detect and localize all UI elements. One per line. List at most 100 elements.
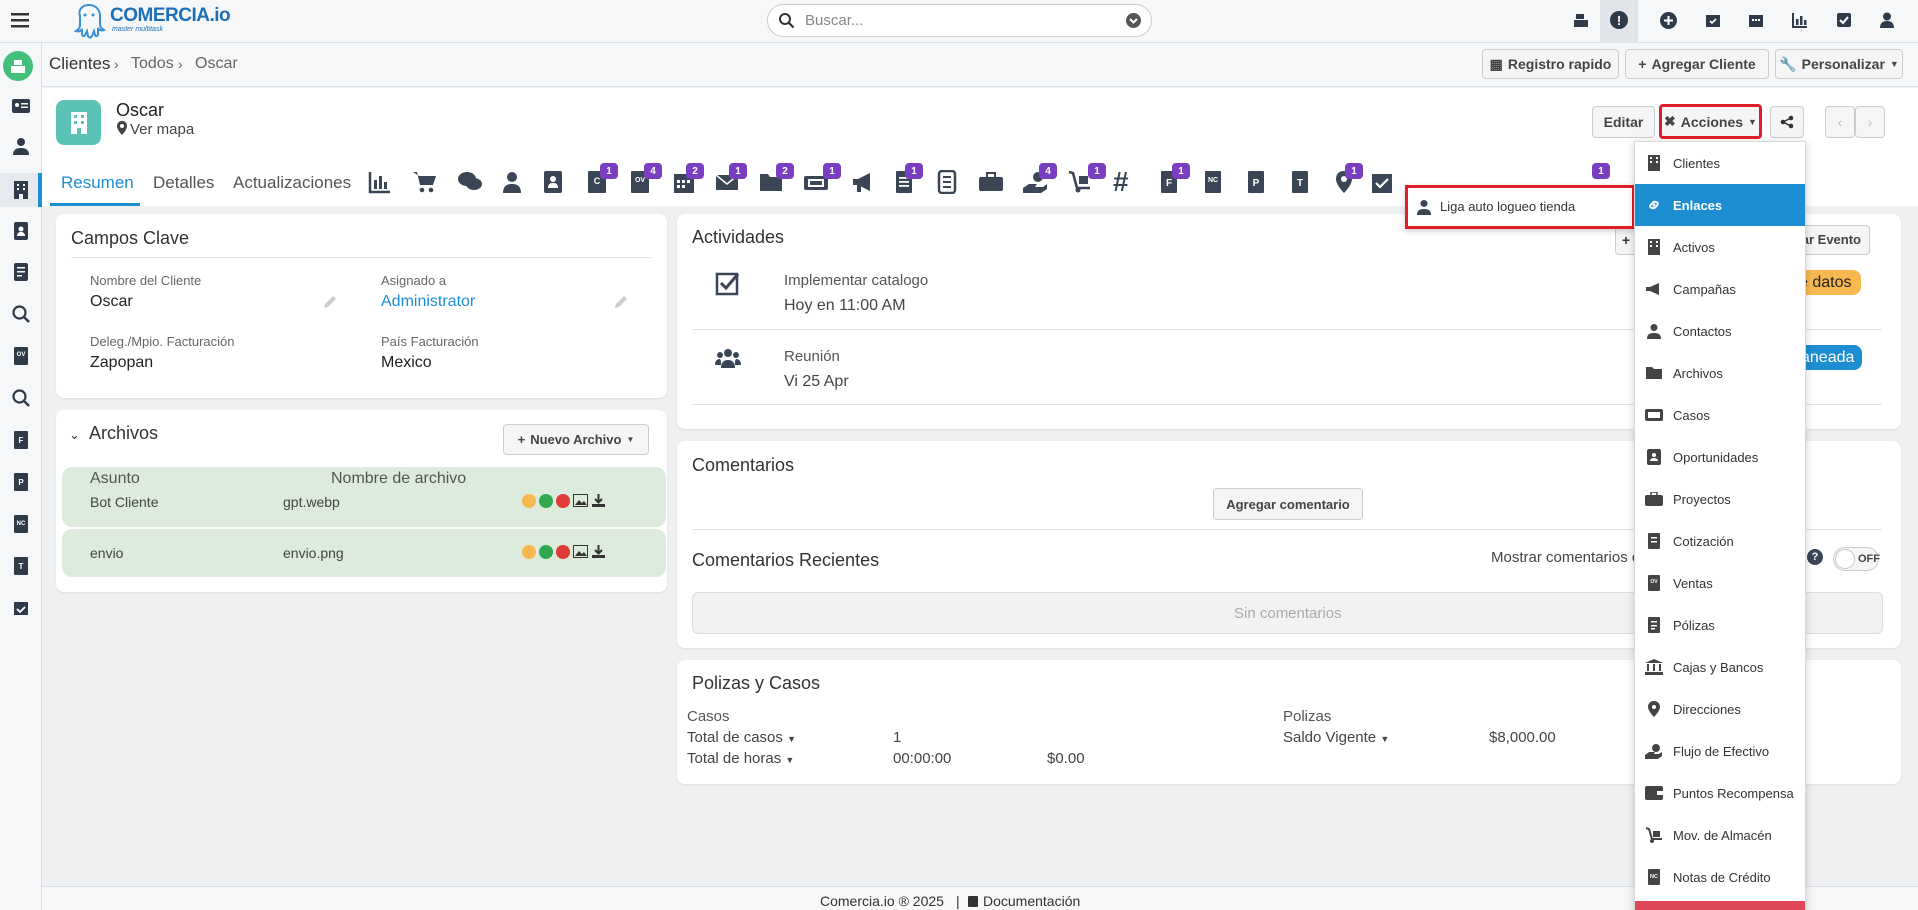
menu-item-mov-almacen[interactable]: Mov. de Almacén bbox=[1635, 814, 1805, 856]
file-name[interactable]: gpt.webp bbox=[283, 494, 340, 510]
menu-item-clientes[interactable]: Clientes bbox=[1635, 142, 1805, 184]
ov-doc-icon[interactable]: OV bbox=[11, 346, 31, 366]
menu-item-direcciones[interactable]: Direcciones bbox=[1635, 688, 1805, 730]
question-icon[interactable] bbox=[522, 545, 536, 559]
liga-auto-logueo-item[interactable]: Liga auto logueo tienda bbox=[1440, 199, 1575, 214]
tab-megaphone-icon[interactable] bbox=[851, 170, 877, 196]
checkbox-icon[interactable] bbox=[1835, 11, 1853, 29]
edit-pencil-icon[interactable] bbox=[613, 294, 629, 310]
tab-contact-icon[interactable] bbox=[500, 170, 526, 196]
next-record-button[interactable]: › bbox=[1855, 106, 1885, 138]
nuevo-archivo-button[interactable]: + Nuevo Archivo ▼ bbox=[503, 424, 649, 455]
menu-item-polizas[interactable]: Pólizas bbox=[1635, 604, 1805, 646]
check-icon[interactable] bbox=[539, 494, 553, 508]
tab-hashtag-icon[interactable]: # bbox=[1113, 168, 1139, 196]
footer-doc-link[interactable]: Documentación bbox=[983, 893, 1080, 909]
menu-item-enlaces[interactable]: Enlaces bbox=[1635, 184, 1805, 226]
building-icon[interactable] bbox=[11, 180, 31, 200]
add-circle-icon[interactable] bbox=[1660, 12, 1677, 29]
tab-receipt-icon[interactable] bbox=[936, 170, 962, 196]
tab-address-book-icon[interactable] bbox=[542, 170, 568, 196]
tab-briefcase-icon[interactable] bbox=[978, 170, 1004, 196]
edit-pencil-icon[interactable] bbox=[322, 294, 338, 310]
tab-cart-icon[interactable] bbox=[412, 170, 438, 196]
calendar-check-rail-icon[interactable] bbox=[11, 598, 31, 618]
asignado-value[interactable]: Administrator bbox=[381, 293, 475, 311]
calendar-icon[interactable] bbox=[1747, 11, 1765, 29]
id-card-icon[interactable] bbox=[11, 96, 31, 116]
menu-item-flujo-efectivo[interactable]: Flujo de Efectivo bbox=[1635, 730, 1805, 772]
menu-item-cajas-bancos[interactable]: Cajas y Bancos bbox=[1635, 646, 1805, 688]
menu-item-contactos[interactable]: Contactos bbox=[1635, 310, 1805, 352]
footer-copyright: Comercia.io ® 2025 bbox=[820, 893, 944, 909]
activity-name[interactable]: Reunión bbox=[784, 348, 840, 365]
cash-register-icon[interactable] bbox=[1572, 11, 1590, 29]
personalizar-button[interactable]: 🔧 Personalizar ▼ bbox=[1775, 49, 1903, 79]
search-dollar-icon[interactable] bbox=[11, 304, 31, 324]
invoice-icon[interactable]: F bbox=[11, 430, 31, 450]
share-button[interactable] bbox=[1770, 106, 1804, 138]
breadcrumb-todos[interactable]: Todos bbox=[131, 55, 174, 73]
calendar-check-icon[interactable] bbox=[1704, 11, 1722, 29]
tab-p-doc-icon[interactable]: P bbox=[1245, 170, 1271, 196]
menu-item-notas-credito[interactable]: NC Notas de Crédito bbox=[1635, 856, 1805, 898]
tab-actualizaciones[interactable]: Actualizaciones bbox=[233, 173, 351, 193]
delete-icon[interactable] bbox=[556, 545, 570, 559]
menu-item-cut-off[interactable] bbox=[1635, 901, 1805, 910]
search-dropdown-icon[interactable] bbox=[1126, 13, 1141, 28]
breadcrumb-clientes[interactable]: Clientes bbox=[49, 54, 110, 74]
delete-icon[interactable] bbox=[556, 494, 570, 508]
tab-calendar-check-icon[interactable] bbox=[1370, 170, 1396, 196]
tab-resumen[interactable]: Resumen bbox=[61, 173, 134, 193]
total-horas-label[interactable]: Total de horas ▼ bbox=[687, 750, 794, 767]
menu-item-archivos[interactable]: Archivos bbox=[1635, 352, 1805, 394]
file-name[interactable]: envio.png bbox=[283, 545, 344, 561]
quote-doc-icon[interactable] bbox=[11, 262, 31, 282]
pais-value: Mexico bbox=[381, 354, 432, 371]
menu-item-activos[interactable]: Activos bbox=[1635, 226, 1805, 268]
user-icon[interactable] bbox=[1878, 11, 1896, 29]
check-icon[interactable] bbox=[539, 545, 553, 559]
agregar-cliente-button[interactable]: + Agregar Cliente bbox=[1625, 49, 1769, 79]
download-icon[interactable] bbox=[591, 494, 606, 508]
ver-mapa-link[interactable]: Ver mapa bbox=[130, 121, 194, 138]
tab-detalles[interactable]: Detalles bbox=[153, 173, 214, 193]
tab-badge: 1 bbox=[905, 163, 923, 179]
image-icon[interactable] bbox=[573, 545, 588, 559]
menu-item-cotizacion[interactable]: Cotización bbox=[1635, 520, 1805, 562]
tab-comments-icon[interactable] bbox=[457, 170, 483, 196]
credit-note-icon[interactable]: NC bbox=[11, 514, 31, 534]
menu-item-proyectos[interactable]: Proyectos bbox=[1635, 478, 1805, 520]
activity-name[interactable]: Implementar catalogo bbox=[784, 272, 928, 289]
menu-item-casos[interactable]: Casos bbox=[1635, 394, 1805, 436]
registro-rapido-button[interactable]: ▦ Registro rapido bbox=[1482, 49, 1619, 79]
search-doc-icon[interactable] bbox=[11, 388, 31, 408]
hamburger-menu-icon[interactable] bbox=[9, 9, 31, 31]
editar-button[interactable]: Editar bbox=[1592, 106, 1655, 138]
cash-register-app-icon[interactable] bbox=[3, 51, 33, 81]
bar-chart-icon[interactable] bbox=[1791, 11, 1809, 29]
menu-item-oportunidades[interactable]: Oportunidades bbox=[1635, 436, 1805, 478]
agregar-comentario-button[interactable]: Agregar comentario bbox=[1213, 488, 1363, 520]
menu-item-ventas[interactable]: OV Ventas bbox=[1635, 562, 1805, 604]
tab-nc-doc-icon[interactable]: NC bbox=[1202, 170, 1228, 196]
tab-t-doc-icon[interactable]: T bbox=[1289, 170, 1315, 196]
t-doc-icon[interactable]: T bbox=[11, 556, 31, 576]
acciones-button[interactable]: ✖ Acciones ▼ bbox=[1659, 104, 1762, 139]
menu-item-puntos-recompensa[interactable]: Puntos Recompensa bbox=[1635, 772, 1805, 814]
help-icon[interactable]: ? bbox=[1807, 549, 1823, 565]
contact-icon[interactable] bbox=[11, 136, 31, 156]
total-casos-label[interactable]: Total de casos ▼ bbox=[687, 729, 796, 746]
menu-item-campanas[interactable]: Campañas bbox=[1635, 268, 1805, 310]
saldo-vigente-label[interactable]: Saldo Vigente ▼ bbox=[1283, 729, 1389, 746]
collapse-chevron-icon[interactable]: ⌄ bbox=[69, 427, 80, 443]
alert-icon[interactable]: ! bbox=[1610, 11, 1628, 29]
previous-record-button[interactable]: ‹ bbox=[1825, 106, 1855, 138]
image-icon[interactable] bbox=[573, 494, 588, 508]
question-icon[interactable] bbox=[522, 494, 536, 508]
address-book-icon[interactable] bbox=[11, 221, 31, 241]
tab-chart-icon[interactable] bbox=[368, 170, 394, 196]
download-icon[interactable] bbox=[591, 545, 606, 559]
p-doc-icon[interactable]: P bbox=[11, 472, 31, 492]
search-input[interactable]: Buscar... bbox=[805, 12, 863, 29]
